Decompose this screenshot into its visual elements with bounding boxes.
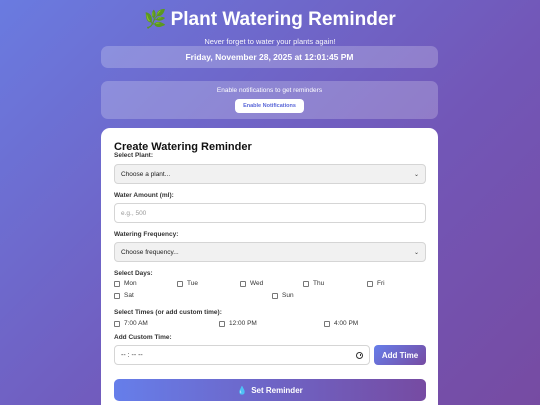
day-label: Tue bbox=[187, 280, 198, 287]
notification-text: Enable notifications to get reminders bbox=[216, 87, 323, 94]
day-checkbox-wed[interactable]: Wed bbox=[240, 280, 263, 287]
page-title-text: Plant Watering Reminder bbox=[170, 9, 396, 30]
custom-time-input[interactable]: -- : -- -- bbox=[114, 345, 370, 365]
add-time-button[interactable]: Add Time bbox=[374, 345, 426, 365]
time-checkbox-12pm[interactable]: 12:00 PM bbox=[219, 320, 257, 327]
day-label: Mon bbox=[124, 280, 137, 287]
set-reminder-button[interactable]: 💧 Set Reminder bbox=[114, 379, 426, 401]
leaf-icon: 🌿 bbox=[144, 9, 167, 29]
day-checkbox-fri[interactable]: Fri bbox=[367, 280, 385, 287]
frequency-select-value: Choose frequency... bbox=[121, 248, 179, 256]
checkbox-icon bbox=[114, 280, 120, 287]
app-header: 🌿 Plant Watering Reminder Never forget to… bbox=[0, 0, 540, 46]
day-checkbox-sat[interactable]: Sat bbox=[114, 292, 134, 299]
current-datetime: Friday, November 28, 2025 at 12:01:45 PM bbox=[101, 46, 438, 68]
checkbox-icon bbox=[114, 292, 120, 299]
water-drop-icon: 💧 bbox=[237, 385, 248, 395]
checkbox-icon bbox=[324, 320, 330, 327]
frequency-label: Watering Frequency: bbox=[114, 231, 179, 238]
day-checkbox-tue[interactable]: Tue bbox=[177, 280, 198, 287]
water-amount-placeholder: e.g., 500 bbox=[121, 209, 147, 217]
checkbox-icon bbox=[219, 320, 225, 327]
custom-time-value: -- : -- -- bbox=[121, 351, 143, 359]
page-title: 🌿 Plant Watering Reminder bbox=[0, 7, 540, 32]
plant-select[interactable]: Choose a plant... ⌄ bbox=[114, 164, 426, 184]
checkbox-icon bbox=[367, 280, 373, 287]
day-label: Sun bbox=[282, 292, 294, 299]
time-label: 12:00 PM bbox=[229, 320, 257, 327]
water-amount-label: Water Amount (ml): bbox=[114, 192, 174, 199]
day-label: Sat bbox=[124, 292, 134, 299]
notification-banner: Enable notifications to get reminders En… bbox=[101, 81, 438, 119]
checkbox-icon bbox=[303, 280, 309, 287]
plant-select-value: Choose a plant... bbox=[121, 170, 171, 178]
set-reminder-label: Set Reminder bbox=[251, 385, 303, 395]
reminder-form-card: Create Watering Reminder Select Plant: C… bbox=[101, 128, 438, 405]
clock-icon[interactable] bbox=[356, 351, 363, 359]
page-subtitle: Never forget to water your plants again! bbox=[204, 37, 336, 46]
days-label: Select Days: bbox=[114, 270, 153, 277]
checkbox-icon bbox=[114, 320, 120, 327]
day-label: Fri bbox=[377, 280, 385, 287]
day-label: Thu bbox=[313, 280, 325, 287]
checkbox-icon bbox=[177, 280, 183, 287]
chevron-down-icon: ⌄ bbox=[413, 249, 419, 256]
custom-time-label: Add Custom Time: bbox=[114, 334, 172, 341]
day-label: Wed bbox=[250, 280, 264, 287]
day-checkbox-mon[interactable]: Mon bbox=[114, 280, 137, 287]
enable-notifications-button[interactable]: Enable Notifications bbox=[235, 99, 304, 113]
water-amount-input[interactable]: e.g., 500 bbox=[114, 203, 426, 223]
time-checkbox-4pm[interactable]: 4:00 PM bbox=[324, 320, 358, 327]
frequency-select[interactable]: Choose frequency... ⌄ bbox=[114, 242, 426, 262]
time-label: 4:00 PM bbox=[334, 320, 359, 327]
chevron-down-icon: ⌄ bbox=[413, 171, 419, 178]
plant-label: Select Plant: bbox=[114, 152, 154, 159]
time-checkbox-7am[interactable]: 7:00 AM bbox=[114, 320, 148, 327]
day-checkbox-thu[interactable]: Thu bbox=[303, 280, 324, 287]
day-checkbox-sun[interactable]: Sun bbox=[272, 292, 294, 299]
time-label: 7:00 AM bbox=[124, 320, 148, 327]
checkbox-icon bbox=[240, 280, 246, 287]
times-label: Select Times (or add custom time): bbox=[114, 309, 222, 316]
checkbox-icon bbox=[272, 292, 278, 299]
